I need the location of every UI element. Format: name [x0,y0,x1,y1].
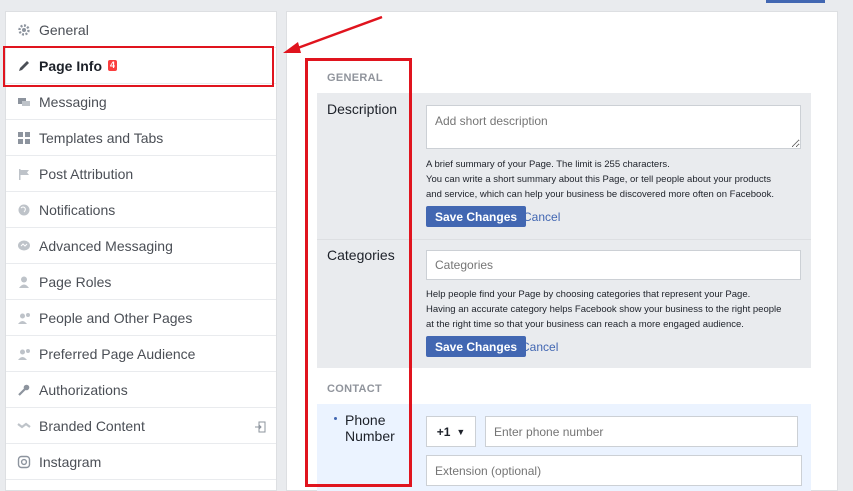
sidebar-item-label: Messaging [39,93,107,110]
sidebar-item-label: Advanced Messaging [39,237,173,254]
globe-icon [17,203,31,217]
sidebar-item-general[interactable]: General [6,12,276,48]
general-section-heading: GENERAL [327,72,383,84]
phone-number-label: Phone Number [345,412,395,444]
settings-sidebar: General Page Info 4 Messaging Templates … [5,11,277,491]
extension-input[interactable] [426,455,802,486]
row-divider [317,239,811,240]
description-save-button[interactable]: Save Changes [426,206,527,227]
categories-label: Categories [327,247,395,263]
sidebar-item-advanced-messaging[interactable]: Advanced Messaging [6,228,276,264]
categories-cancel-link[interactable]: Cancel [521,340,558,354]
categories-save-button[interactable]: Save Changes [426,336,527,357]
sidebar-item-instagram[interactable]: Instagram [6,444,276,480]
sidebar-item-authorizations[interactable]: Authorizations [6,372,276,408]
top-accent-strip [766,0,825,3]
page-info-panel: GENERAL Description A brief summary of y… [286,11,838,491]
categories-input[interactable] [426,250,801,280]
gear-icon [17,23,31,37]
grid-icon [17,131,31,145]
pencil-icon [17,59,31,73]
sidebar-item-page-info[interactable]: Page Info 4 [6,48,276,84]
notification-badge: 4 [108,60,118,71]
caret-down-icon: ▼ [456,426,466,437]
sidebar-item-label: Authorizations [39,381,128,398]
sidebar-item-label: Notifications [39,201,116,218]
person-gear-icon [17,347,31,361]
phone-number-input[interactable] [485,416,798,447]
sidebar-item-post-attribution[interactable]: Post Attribution [6,156,276,192]
categories-help-text: Help people find your Page by choosing c… [426,289,782,330]
person-gear-icon [17,311,31,325]
sidebar-item-label: Preferred Page Audience [39,345,196,362]
sidebar-item-preferred-page-audience[interactable]: Preferred Page Audience [6,336,276,372]
bullet-dot-icon [334,417,337,420]
sidebar-item-label: Post Attribution [39,165,134,182]
sidebar-item-people-and-other-pages[interactable]: People and Other Pages [6,300,276,336]
sidebar-item-label: Page Roles [39,273,112,290]
sidebar-item-label: Branded Content [39,417,145,434]
messenger-icon [17,239,31,253]
chat-bubbles-icon [17,95,31,109]
country-code-dropdown[interactable]: +1 ▼ [426,416,476,447]
sidebar-item-branded-content[interactable]: Branded Content [6,408,276,444]
description-textarea[interactable] [426,105,801,149]
sidebar-item-page-roles[interactable]: Page Roles [6,264,276,300]
wrench-icon [17,383,31,397]
instagram-icon [17,455,31,469]
handshake-icon [17,419,31,433]
sidebar-item-label: Templates and Tabs [39,129,164,146]
sidebar-item-templates-and-tabs[interactable]: Templates and Tabs [6,120,276,156]
description-label: Description [327,101,398,117]
sidebar-item-notifications[interactable]: Notifications [6,192,276,228]
description-cancel-link[interactable]: Cancel [523,210,560,224]
contact-section-heading: CONTACT [327,383,383,395]
person-icon [17,275,31,289]
sidebar-item-messaging[interactable]: Messaging [6,84,276,120]
sidebar-item-label: General [39,21,89,38]
sidebar-item-label: People and Other Pages [39,309,193,326]
open-external-icon[interactable] [254,420,266,433]
sidebar-item-label: Page Info [39,57,103,74]
flag-icon [17,167,31,181]
description-help-text: A brief summary of your Page. The limit … [426,159,775,200]
sidebar-item-label: Instagram [39,453,102,470]
